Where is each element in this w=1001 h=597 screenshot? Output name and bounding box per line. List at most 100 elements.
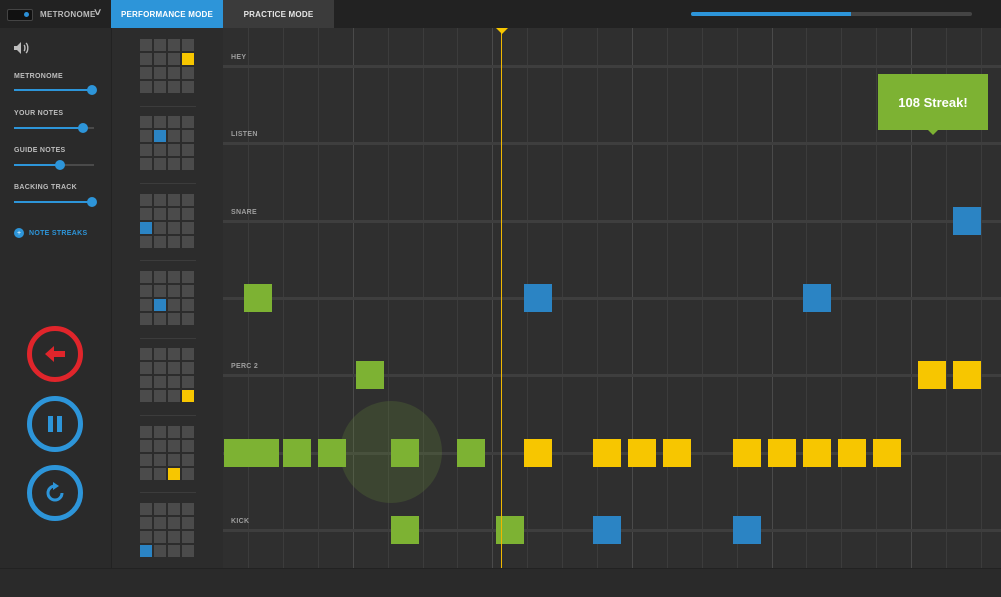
pad-cell[interactable] [182, 67, 194, 79]
pad-cell[interactable] [140, 530, 152, 543]
metronome-dropdown[interactable]: METRONOME ∨ [0, 0, 111, 28]
pad-cell[interactable] [182, 439, 194, 452]
pad-cell[interactable] [182, 390, 194, 403]
restart-button[interactable] [27, 465, 83, 521]
pad-cell[interactable] [140, 284, 152, 297]
pad-grid-snare[interactable] [140, 193, 196, 250]
pad-cell[interactable] [182, 298, 194, 311]
pad-cell[interactable] [154, 158, 166, 171]
pad-cell[interactable] [168, 312, 180, 325]
pad-cell[interactable] [140, 516, 152, 529]
pad-cell[interactable] [140, 376, 152, 389]
note-streaks-toggle[interactable]: + NOTE STREAKS [14, 228, 87, 238]
pad-cell[interactable] [140, 467, 152, 480]
pad-cell[interactable] [154, 81, 166, 93]
pad-cell[interactable] [168, 81, 180, 93]
pad-cell[interactable] [154, 193, 166, 206]
pad-cell[interactable] [154, 376, 166, 389]
pad-cell[interactable] [182, 312, 194, 325]
pad-grid-perc-1[interactable] [140, 425, 196, 482]
pad-cell[interactable] [140, 362, 152, 375]
pad-cell[interactable] [182, 348, 194, 361]
pad-cell[interactable] [140, 544, 152, 557]
pad-cell[interactable] [182, 544, 194, 557]
pad-cell[interactable] [168, 221, 180, 234]
pad-cell[interactable] [140, 81, 152, 93]
backing-track-volume-knob[interactable] [86, 197, 97, 207]
pad-cell[interactable] [182, 221, 194, 234]
pad-cell[interactable] [182, 502, 194, 515]
pad-cell[interactable] [168, 207, 180, 220]
pad-grid-listen[interactable] [140, 116, 196, 172]
pad-cell[interactable] [168, 67, 180, 79]
pad-cell[interactable] [168, 53, 180, 65]
pad-cell[interactable] [168, 298, 180, 311]
pad-cell[interactable] [154, 207, 166, 220]
pad-cell[interactable] [168, 270, 180, 283]
pad-cell[interactable] [168, 362, 180, 375]
metronome-volume-knob[interactable] [86, 85, 97, 95]
pad-cell[interactable] [182, 207, 194, 220]
pad-cell[interactable] [154, 467, 166, 480]
pad-cell[interactable] [140, 453, 152, 466]
pad-cell[interactable] [168, 193, 180, 206]
pad-cell[interactable] [182, 467, 194, 480]
pad-cell[interactable] [168, 144, 180, 157]
pad-cell[interactable] [140, 207, 152, 220]
pad-cell[interactable] [140, 270, 152, 283]
pad-cell[interactable] [154, 221, 166, 234]
pad-cell[interactable] [154, 502, 166, 515]
speaker-icon[interactable] [13, 41, 31, 55]
pad-cell[interactable] [168, 467, 180, 480]
pad-cell[interactable] [182, 193, 194, 206]
pad-cell[interactable] [182, 425, 194, 438]
pad-cell[interactable] [154, 439, 166, 452]
guide-notes-volume-knob[interactable] [55, 160, 66, 170]
pad-cell[interactable] [140, 53, 152, 65]
pad-cell[interactable] [154, 298, 166, 311]
pad-cell[interactable] [168, 502, 180, 515]
plus-icon[interactable]: + [14, 228, 24, 238]
pad-cell[interactable] [168, 376, 180, 389]
pad-cell[interactable] [140, 235, 152, 248]
pad-cell[interactable] [168, 116, 180, 129]
pad-cell[interactable] [154, 67, 166, 79]
pad-cell[interactable] [154, 390, 166, 403]
pad-cell[interactable] [182, 130, 194, 143]
pad-cell[interactable] [154, 516, 166, 529]
pad-cell[interactable] [154, 362, 166, 375]
pad-cell[interactable] [168, 530, 180, 543]
pad-cell[interactable] [168, 425, 180, 438]
pad-cell[interactable] [168, 158, 180, 171]
pad-grid-clap[interactable] [140, 270, 196, 327]
pad-cell[interactable] [140, 67, 152, 79]
pad-cell[interactable] [140, 144, 152, 157]
pad-cell[interactable] [182, 270, 194, 283]
backing-track-volume-slider[interactable] [14, 197, 97, 207]
pad-cell[interactable] [168, 130, 180, 143]
pad-cell[interactable] [154, 284, 166, 297]
pad-cell[interactable] [154, 348, 166, 361]
pad-cell[interactable] [182, 284, 194, 297]
pad-cell[interactable] [140, 39, 152, 51]
pad-grid-perc-2[interactable] [140, 348, 196, 404]
pad-cell[interactable] [168, 348, 180, 361]
your-notes-volume-slider[interactable] [14, 123, 94, 133]
chevron-down-icon[interactable]: ∨ [93, 7, 103, 18]
back-button[interactable] [27, 326, 83, 382]
pad-cell[interactable] [182, 53, 194, 65]
pad-grid-hey[interactable] [140, 39, 196, 95]
pad-cell[interactable] [154, 530, 166, 543]
pad-cell[interactable] [140, 390, 152, 403]
pad-cell[interactable] [140, 158, 152, 171]
tab-practice-mode[interactable]: PRACTICE MODE [223, 0, 334, 28]
pad-cell[interactable] [154, 453, 166, 466]
song-progress-bar[interactable] [691, 12, 972, 16]
pad-cell[interactable] [168, 390, 180, 403]
pad-grid-kick[interactable] [140, 502, 196, 559]
pad-cell[interactable] [182, 39, 194, 51]
pad-cell[interactable] [140, 502, 152, 515]
pad-cell[interactable] [140, 221, 152, 234]
pad-cell[interactable] [168, 235, 180, 248]
pad-cell[interactable] [140, 312, 152, 325]
